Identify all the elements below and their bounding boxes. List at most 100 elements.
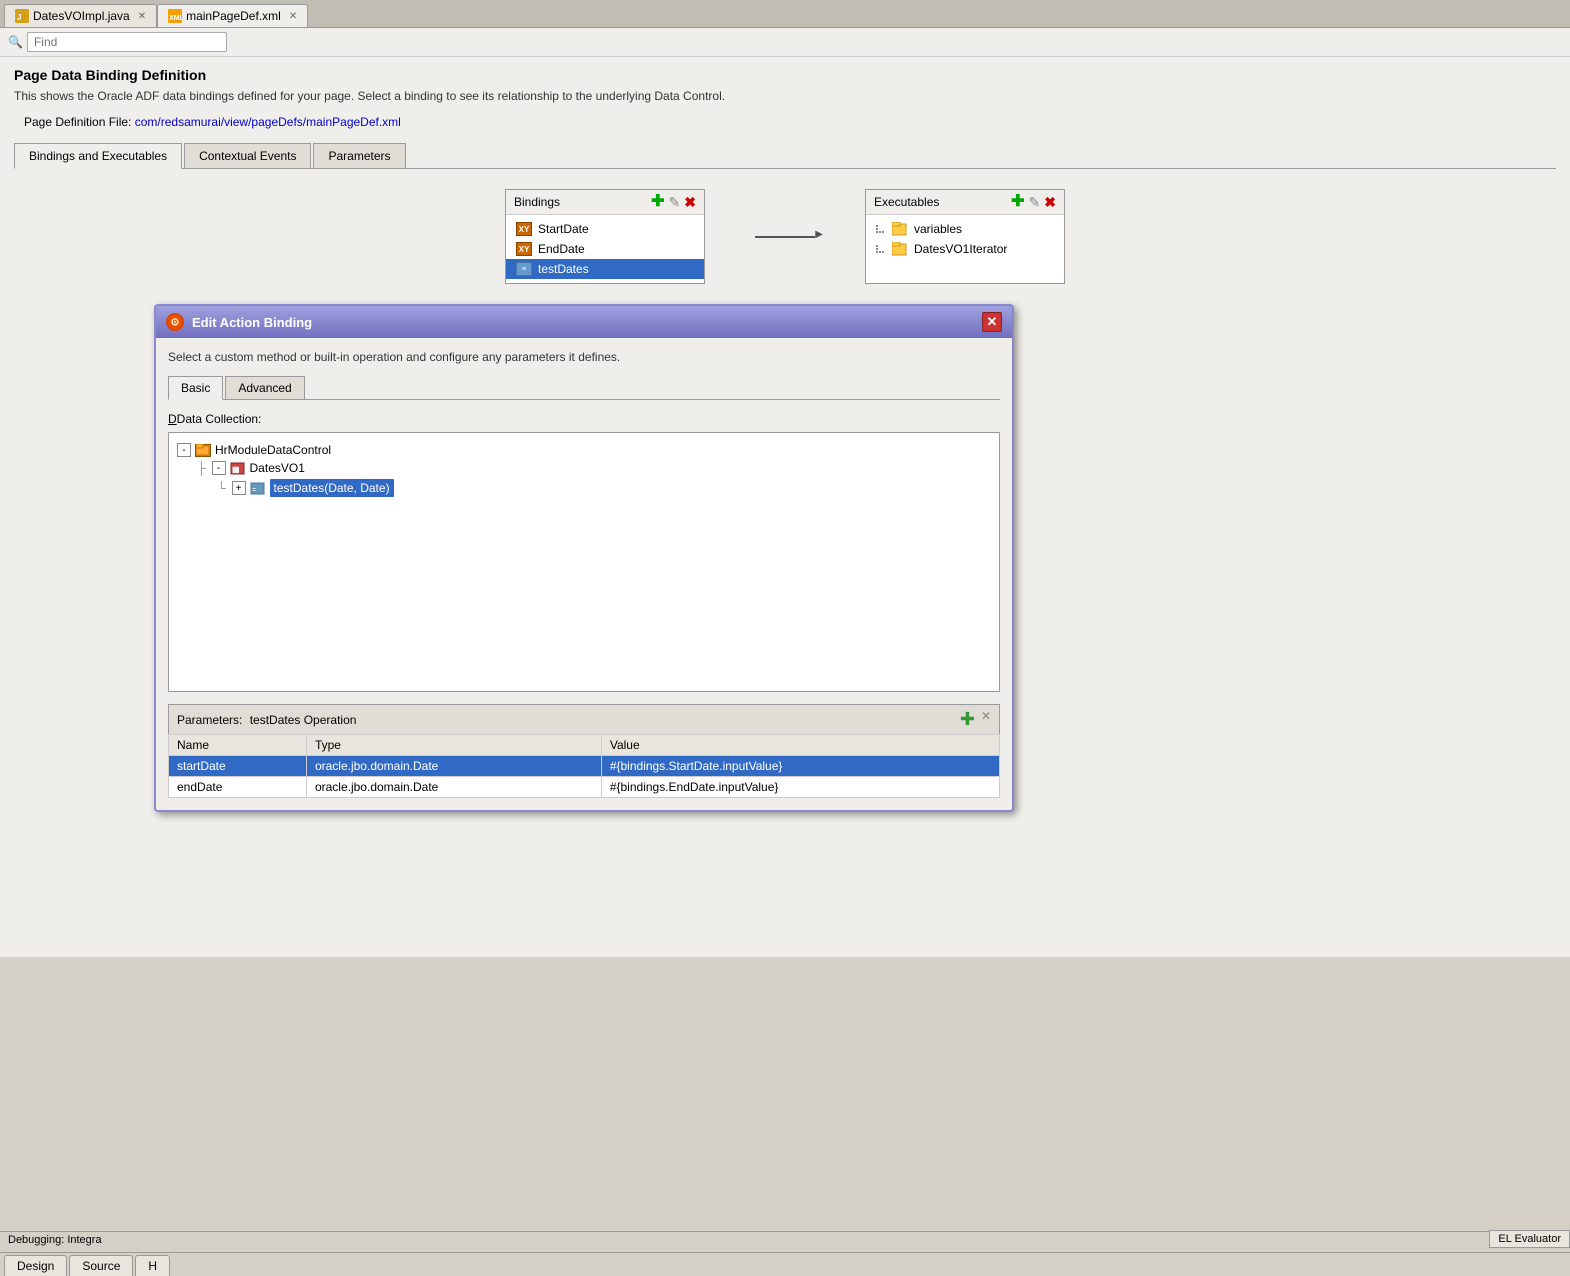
executables-items: variables DatesVO1Iterator <box>866 215 1064 263</box>
tree-node-testdates-label: testDates(Date, Date) <box>270 479 394 497</box>
executables-edit-icon[interactable]: ✎ <box>1029 195 1041 209</box>
modal-title: ⊙ Edit Action Binding <box>166 313 312 331</box>
tab-main-page[interactable]: XML mainPageDef.xml ✕ <box>157 4 308 27</box>
tab-parameters[interactable]: Parameters <box>313 143 405 168</box>
el-evaluator-button[interactable]: EL Evaluator <box>1489 1230 1570 1248</box>
tab-bar: J DatesVOImpl.java ✕ XML mainPageDef.xml… <box>0 0 1570 28</box>
bottom-tab-source[interactable]: Source <box>69 1255 133 1276</box>
diagram-area: Bindings ✚ ✎ ✖ XY StartDate XY EndDate ≡ <box>14 189 1556 284</box>
modal-tab-advanced[interactable]: Advanced <box>225 376 304 399</box>
modal-body: Select a custom method or built-in opera… <box>156 338 1012 810</box>
executables-delete-icon[interactable]: ✖ <box>1044 195 1056 209</box>
tree-testdates-icon: = <box>250 482 266 495</box>
executables-add-icon[interactable]: ✚ <box>1011 194 1024 210</box>
java-icon: J <box>15 9 29 23</box>
bindings-panel: Bindings ✚ ✎ ✖ XY StartDate XY EndDate ≡ <box>505 189 705 284</box>
svg-text:=: = <box>252 487 256 494</box>
search-input[interactable] <box>27 32 227 52</box>
tab-dates-vo[interactable]: J DatesVOImpl.java ✕ <box>4 4 157 27</box>
tab-main-page-close-icon[interactable]: ✕ <box>289 11 297 22</box>
modal-overlay: ⊙ Edit Action Binding ✕ Select a custom … <box>14 304 1556 812</box>
search-icon: 🔍 <box>8 35 23 49</box>
param-row-enddate[interactable]: endDate oracle.jbo.domain.Date #{binding… <box>169 777 1000 798</box>
main-content: Page Data Binding Definition This shows … <box>0 57 1570 957</box>
page-desc: This shows the Oracle ADF data bindings … <box>14 89 1556 103</box>
variables-icon <box>892 222 908 236</box>
tab-close-icon[interactable]: ✕ <box>138 11 146 22</box>
binding-xy-icon-2: XY <box>516 242 532 256</box>
tab-contextual-events[interactable]: Contextual Events <box>184 143 311 168</box>
iterator-icon <box>892 242 908 256</box>
col-value: Value <box>601 735 999 756</box>
modal-desc: Select a custom method or built-in opera… <box>168 350 1000 364</box>
params-header: Parameters: testDates Operation ✚ ✕ <box>168 704 1000 734</box>
executable-variables[interactable]: variables <box>866 219 1064 239</box>
tree-node-testdates[interactable]: └ + = testDates(Date, Date) <box>217 477 991 499</box>
tree-expand-testdates[interactable]: + <box>232 481 246 495</box>
tree-node-root[interactable]: - HrModuleDataControl <box>177 441 991 459</box>
bindings-header-icons: ✚ ✎ ✖ <box>651 194 696 210</box>
bindings-header: Bindings ✚ ✎ ✖ <box>506 190 704 215</box>
binding-enddate-label: EndDate <box>538 242 585 256</box>
bottom-tab-design[interactable]: Design <box>4 1255 67 1276</box>
executable-variables-label: variables <box>914 222 962 236</box>
page-def-link[interactable]: com/redsamurai/view/pageDefs/mainPageDef… <box>135 115 401 129</box>
tree-node-datesvo1-label: DatesVO1 <box>250 461 305 475</box>
params-label: Parameters: testDates Operation <box>177 713 356 727</box>
params-table: Name Type Value startDate oracle.jbo.dom… <box>168 734 1000 798</box>
page-def-line: Page Definition File: com/redsamurai/vie… <box>24 115 1556 129</box>
svg-text:▦: ▦ <box>232 465 240 474</box>
param-startdate-type: oracle.jbo.domain.Date <box>306 756 601 777</box>
tree-node-root-label: HrModuleDataControl <box>215 443 331 457</box>
executables-header: Executables ✚ ✎ ✖ <box>866 190 1064 215</box>
binding-startdate-label: StartDate <box>538 222 589 236</box>
binding-enddate[interactable]: XY EndDate <box>506 239 704 259</box>
data-collection-label: DData Collection: <box>168 412 1000 426</box>
binding-testdates[interactable]: ≡ testDates <box>506 259 704 279</box>
svg-text:XML: XML <box>169 15 182 22</box>
bottom-tab-h[interactable]: H <box>135 1255 170 1276</box>
bindings-edit-icon[interactable]: ✎ <box>669 195 681 209</box>
binding-grid-icon: ≡ <box>516 262 532 276</box>
modal-tab-basic[interactable]: Basic <box>168 376 223 400</box>
tree-folder-root-icon <box>195 444 211 457</box>
binding-testdates-label: testDates <box>538 262 589 276</box>
executables-header-icons: ✚ ✎ ✖ <box>1011 194 1056 210</box>
params-add-icon[interactable]: ✚ <box>960 709 975 730</box>
content-tabs: Bindings and Executables Contextual Even… <box>14 143 1556 169</box>
param-enddate-value: #{bindings.EndDate.inputValue} <box>601 777 999 798</box>
modal-title-icon: ⊙ <box>166 313 184 331</box>
tree-expand-datesvo1[interactable]: - <box>212 461 226 475</box>
tree-datesvo1-icon: ▦ <box>230 462 246 475</box>
binding-xy-icon-1: XY <box>516 222 532 236</box>
params-delete-icon[interactable]: ✕ <box>981 709 991 730</box>
param-startdate-name: startDate <box>169 756 307 777</box>
tab-main-page-label: mainPageDef.xml <box>186 9 281 23</box>
page-def-label: Page Definition File: <box>24 115 131 129</box>
page-title: Page Data Binding Definition <box>14 67 1556 83</box>
tree-node-datesvo1[interactable]: ├ - ▦ DatesVO1 <box>197 459 991 477</box>
tab-bindings-executables[interactable]: Bindings and Executables <box>14 143 182 169</box>
connector <box>745 189 825 284</box>
bindings-add-icon[interactable]: ✚ <box>651 194 664 210</box>
bottom-tabs: Design Source H <box>0 1252 1570 1276</box>
svg-text:J: J <box>17 13 21 22</box>
params-header-row: Name Type Value <box>169 735 1000 756</box>
xml-icon: XML <box>168 9 182 23</box>
data-collection-tree[interactable]: - HrModuleDataControl ├ - <box>168 432 1000 692</box>
bindings-items: XY StartDate XY EndDate ≡ testDates <box>506 215 704 283</box>
col-name: Name <box>169 735 307 756</box>
binding-startdate[interactable]: XY StartDate <box>506 219 704 239</box>
tree-expand-root[interactable]: - <box>177 443 191 457</box>
search-bar: 🔍 <box>0 28 1570 57</box>
params-icons: ✚ ✕ <box>960 709 991 730</box>
param-row-startdate[interactable]: startDate oracle.jbo.domain.Date #{bindi… <box>169 756 1000 777</box>
modal-close-button[interactable]: ✕ <box>982 312 1002 332</box>
bindings-delete-icon[interactable]: ✖ <box>684 195 696 209</box>
param-startdate-value: #{bindings.StartDate.inputValue} <box>601 756 999 777</box>
executable-datesvo1iterator[interactable]: DatesVO1Iterator <box>866 239 1064 259</box>
col-type: Type <box>306 735 601 756</box>
tab-dates-vo-label: DatesVOImpl.java <box>33 9 130 23</box>
modal-titlebar: ⊙ Edit Action Binding ✕ <box>156 306 1012 338</box>
param-enddate-type: oracle.jbo.domain.Date <box>306 777 601 798</box>
